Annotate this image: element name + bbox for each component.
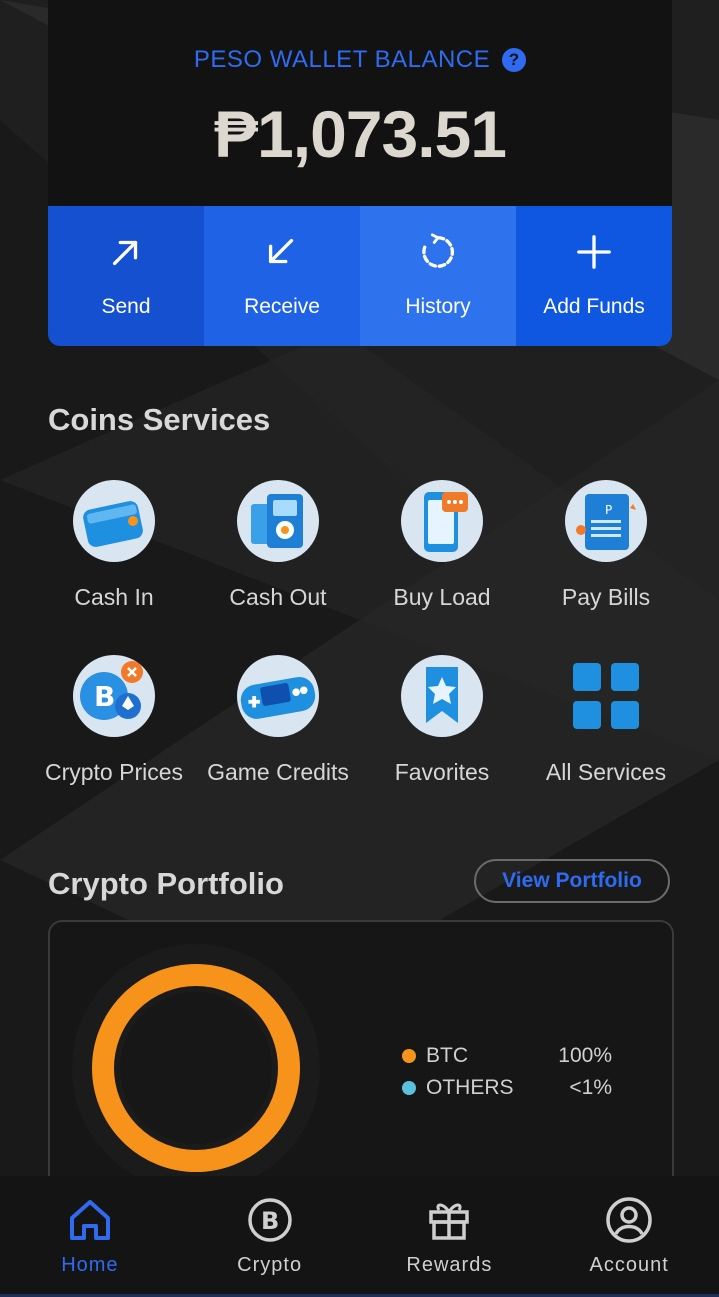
wallet-actions: Send Receive History Add Funds — [48, 206, 672, 346]
svg-text:B: B — [94, 680, 115, 713]
nav-account-label: Account — [589, 1254, 669, 1276]
legend-item-btc: BTC 100% — [402, 1040, 612, 1072]
service-cash-out[interactable]: Cash Out — [196, 480, 360, 611]
arrow-down-left-icon — [268, 238, 294, 264]
balance-amount: ₱1,073.51 — [214, 97, 507, 171]
service-label: All Services — [545, 759, 667, 785]
service-game-credits[interactable]: Game Credits — [196, 655, 360, 786]
cash-out-icon — [237, 480, 319, 562]
balance-title: PESO WALLET BALANCE ? — [48, 46, 672, 74]
service-label: Buy Load — [393, 584, 491, 610]
donut-hole — [120, 992, 272, 1144]
crypto-icon: B — [247, 1198, 292, 1242]
grid-icon — [565, 655, 647, 737]
service-label: Cash Out — [229, 584, 327, 610]
balance-card: PESO WALLET BALANCE ? ₱1,073.51 Send Rec… — [48, 0, 672, 346]
nav-rewards[interactable]: Rewards — [360, 1176, 540, 1294]
services-grid: Cash In Cash Out Buy Load P Pay Bills B … — [32, 480, 688, 786]
help-icon[interactable]: ? — [502, 48, 527, 72]
legend-value: 100% — [558, 1044, 612, 1067]
home-icon — [69, 1200, 110, 1240]
history-icon — [422, 233, 455, 268]
legend-dot-others — [402, 1081, 416, 1095]
receive-button[interactable]: Receive — [204, 206, 360, 346]
account-icon — [606, 1197, 652, 1243]
nav-rewards-label: Rewards — [406, 1254, 493, 1276]
legend-value: <1% — [569, 1076, 612, 1099]
star-bookmark-icon — [401, 655, 483, 737]
balance-title-text: PESO WALLET BALANCE — [193, 46, 491, 73]
bottom-nav: Home B Crypto Rewards Account — [0, 1176, 719, 1297]
nav-crypto-label: Crypto — [237, 1254, 303, 1276]
nav-account[interactable]: Account — [539, 1176, 719, 1294]
services-title: Coins Services — [48, 402, 271, 437]
send-label: Send — [101, 295, 151, 318]
portfolio-title: Crypto Portfolio — [48, 866, 284, 901]
legend-dot-btc — [402, 1049, 416, 1063]
plus-icon — [577, 235, 611, 269]
service-all-services[interactable]: All Services — [524, 655, 688, 786]
service-buy-load[interactable]: Buy Load — [360, 480, 524, 611]
svg-text:P: P — [605, 503, 612, 517]
nav-crypto[interactable]: B Crypto — [180, 1176, 360, 1294]
wallet-icon — [73, 480, 155, 562]
service-cash-in[interactable]: Cash In — [32, 480, 196, 611]
service-pay-bills[interactable]: P Pay Bills — [524, 480, 688, 611]
receive-label: Receive — [244, 295, 320, 318]
phone-icon — [401, 480, 483, 562]
service-favorites[interactable]: Favorites — [360, 655, 524, 786]
legend-name: OTHERS — [426, 1076, 514, 1099]
nav-home[interactable]: Home — [0, 1176, 180, 1294]
service-label: Favorites — [394, 759, 490, 785]
bill-icon: P — [565, 480, 647, 562]
add-funds-label: Add Funds — [543, 295, 645, 318]
send-button[interactable]: Send — [48, 206, 204, 346]
arrow-up-right-icon — [112, 240, 138, 266]
service-crypto-prices[interactable]: B Crypto Prices — [32, 655, 196, 786]
history-button[interactable]: History — [360, 206, 516, 346]
gift-icon — [429, 1203, 470, 1240]
gamepad-icon — [237, 655, 319, 737]
portfolio-legend: BTC 100% OTHERS <1% — [402, 1040, 612, 1104]
history-label: History — [405, 295, 471, 318]
service-label: Cash In — [74, 584, 154, 610]
legend-name: BTC — [426, 1044, 468, 1067]
legend-item-others: OTHERS <1% — [402, 1072, 612, 1104]
svg-text:B: B — [261, 1207, 279, 1235]
add-funds-button[interactable]: Add Funds — [516, 206, 672, 346]
nav-home-label: Home — [61, 1254, 119, 1276]
view-portfolio-button[interactable]: View Portfolio — [474, 859, 670, 903]
service-label: Crypto Prices — [44, 759, 184, 785]
crypto-coins-icon: B — [73, 655, 155, 737]
service-label: Pay Bills — [561, 584, 651, 610]
service-label: Game Credits — [207, 759, 349, 785]
